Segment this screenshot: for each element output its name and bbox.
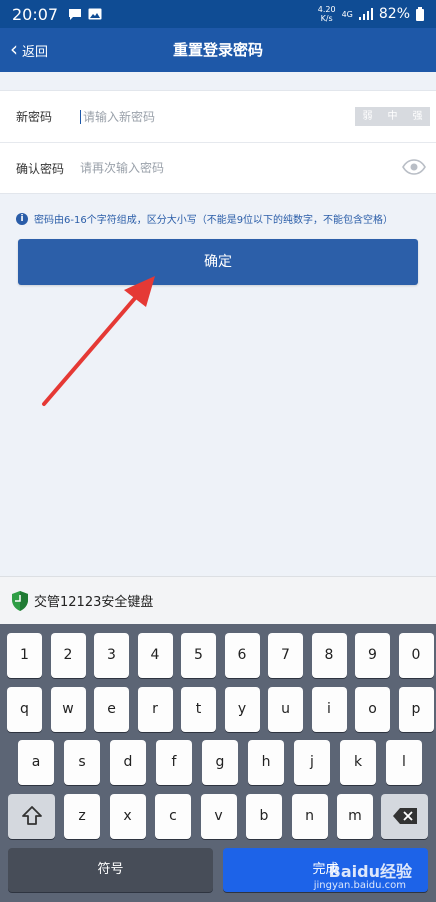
key-t[interactable]: t: [181, 687, 216, 732]
key-4[interactable]: 4: [137, 633, 173, 678]
key-s[interactable]: s: [64, 740, 100, 785]
key-e[interactable]: e: [94, 687, 129, 732]
backspace-key[interactable]: [381, 794, 428, 839]
confirm-password-row: 确认密码: [0, 142, 436, 193]
password-hint: i 密码由6-16个字符组成，区分大小写（不能是9位以下的纯数字，不能包含空格）: [16, 211, 393, 226]
shield-icon: [12, 590, 28, 611]
new-password-row: 新密码 弱 中 强: [0, 91, 436, 142]
key-u[interactable]: u: [268, 687, 303, 732]
key-5[interactable]: 5: [181, 633, 216, 678]
network-speed: 4.20 K/s: [317, 5, 336, 23]
nav-bar: ‹ 返回 重置登录密码: [0, 28, 436, 72]
key-c[interactable]: c: [155, 794, 191, 839]
network-type: 4G: [341, 9, 353, 19]
eye-icon[interactable]: [402, 159, 426, 175]
done-key[interactable]: 完成: [223, 848, 428, 892]
key-6[interactable]: 6: [224, 633, 260, 678]
key-h[interactable]: h: [248, 740, 284, 785]
key-a[interactable]: a: [18, 740, 54, 785]
new-password-label: 新密码: [16, 110, 53, 124]
password-form: 新密码 弱 中 强 确认密码: [0, 90, 436, 194]
password-strength-meter: 弱 中 强: [355, 107, 430, 126]
key-p[interactable]: p: [398, 687, 434, 732]
key-r[interactable]: r: [137, 687, 173, 732]
key-9[interactable]: 9: [355, 633, 390, 678]
key-3[interactable]: 3: [94, 633, 129, 678]
key-y[interactable]: y: [224, 687, 260, 732]
key-f[interactable]: f: [156, 740, 192, 785]
image-icon: [88, 8, 102, 20]
page-title: 重置登录密码: [172, 41, 263, 59]
backspace-icon: [392, 808, 417, 824]
text-cursor: [80, 109, 81, 124]
key-z[interactable]: z: [64, 794, 100, 839]
status-time: 20:07: [12, 4, 59, 24]
keyboard-header: 交管12123安全键盘: [0, 576, 436, 624]
shift-icon: [21, 806, 42, 825]
strength-medium: 中: [380, 107, 405, 126]
key-v[interactable]: v: [200, 794, 237, 839]
key-n[interactable]: n: [291, 794, 328, 839]
confirm-password-label: 确认密码: [16, 161, 65, 176]
key-d[interactable]: d: [110, 740, 146, 785]
info-icon: i: [16, 212, 28, 225]
password-hint-text: 密码由6-16个字符组成，区分大小写（不能是9位以下的纯数字，不能包含空格）: [34, 215, 394, 226]
battery-percent: 82%: [378, 6, 410, 22]
key-m[interactable]: m: [337, 794, 373, 839]
keyboard-title: 交管12123安全键盘: [34, 595, 154, 610]
key-b[interactable]: b: [246, 794, 282, 839]
battery-icon: [416, 7, 424, 21]
secure-keyboard: 1234567890 qwertyuiop asdfghjkl zxcvbnm …: [0, 624, 436, 902]
confirm-button[interactable]: 确定: [18, 239, 418, 285]
signal-icon: [358, 8, 373, 20]
key-0[interactable]: 0: [398, 633, 434, 678]
shift-key[interactable]: [8, 794, 55, 839]
key-1[interactable]: 1: [7, 633, 42, 678]
strength-strong: 强: [405, 107, 430, 126]
strength-weak: 弱: [355, 107, 380, 126]
key-q[interactable]: q: [7, 687, 42, 732]
key-o[interactable]: o: [355, 687, 390, 732]
back-label: 返回: [22, 44, 49, 60]
message-icon: [69, 8, 82, 20]
key-i[interactable]: i: [311, 687, 347, 732]
key-g[interactable]: g: [202, 740, 238, 785]
key-7[interactable]: 7: [268, 633, 303, 678]
new-password-input[interactable]: [83, 109, 323, 124]
chevron-left-icon: ‹: [10, 37, 18, 61]
symbol-key[interactable]: 符号: [8, 848, 213, 892]
key-x[interactable]: x: [109, 794, 146, 839]
key-8[interactable]: 8: [311, 633, 347, 678]
confirm-password-input[interactable]: [80, 161, 320, 175]
key-k[interactable]: k: [340, 740, 376, 785]
key-w[interactable]: w: [50, 687, 86, 732]
key-l[interactable]: l: [386, 740, 422, 785]
status-bar: 20:07 4.20 K/s 4G 82%: [0, 0, 436, 28]
key-2[interactable]: 2: [50, 633, 86, 678]
key-j[interactable]: j: [294, 740, 330, 785]
back-button[interactable]: ‹ 返回: [10, 28, 48, 72]
